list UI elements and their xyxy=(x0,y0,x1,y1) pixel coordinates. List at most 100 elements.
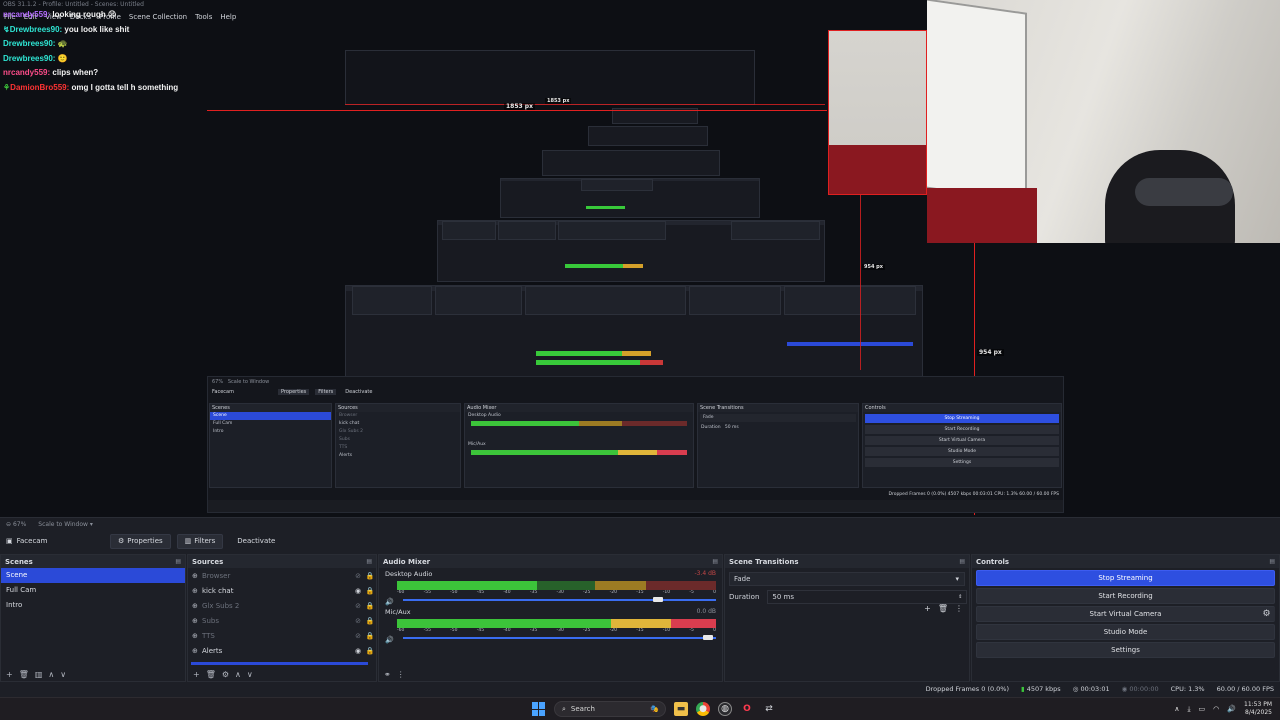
eye-off-icon[interactable]: ⊘ xyxy=(352,632,364,640)
windows-start-icon[interactable] xyxy=(532,702,546,716)
zoom-level[interactable]: ⊖ 67% xyxy=(6,521,26,528)
measure-line xyxy=(345,104,825,105)
eye-off-icon[interactable]: ⊘ xyxy=(352,602,364,610)
add-icon[interactable]: + xyxy=(193,670,200,679)
chat-user: Drewbrees90: xyxy=(3,39,56,48)
lock-icon[interactable]: 🔒 xyxy=(364,572,376,580)
wifi-icon[interactable]: ◠ xyxy=(1213,705,1219,713)
chevron-down-icon: ▾ xyxy=(955,575,959,583)
dock-menu-icon[interactable]: ▤ xyxy=(712,558,718,565)
file-explorer-icon[interactable]: ▬ xyxy=(674,702,688,716)
move-up-icon[interactable]: ∧ xyxy=(48,670,54,679)
gear-icon[interactable]: ⚙ xyxy=(222,670,229,679)
filters-button[interactable]: ▥ Filters xyxy=(176,533,224,549)
chrome-icon[interactable]: ● xyxy=(696,702,710,716)
properties-label: Properties xyxy=(127,537,163,545)
more-icon[interactable]: ⋮ xyxy=(955,604,963,613)
nested-preview-2 xyxy=(437,220,825,282)
inner-dock-title: Sources xyxy=(336,404,460,412)
transition-select[interactable]: Fade ▾ xyxy=(729,572,965,586)
app-icon[interactable]: ⇄ xyxy=(762,702,776,716)
record-icon: ◉ xyxy=(1121,685,1128,693)
chat-user: Drewbrees90: xyxy=(9,24,63,34)
nested-obs-window: 67% Scale to Window Facecam Properties F… xyxy=(207,376,1064,513)
inner-control: Start Recording xyxy=(865,425,1059,434)
controls-dock-header: Controls ▤ xyxy=(972,555,1279,568)
dock-menu-icon[interactable]: ▤ xyxy=(366,558,372,565)
volume-icon[interactable]: 🔊 xyxy=(1227,705,1236,713)
taskbar-search[interactable]: ⌕ Search 🎭 xyxy=(554,701,666,717)
deactivate-button[interactable]: Deactivate xyxy=(229,534,283,549)
audio-mixer-dock: Audio Mixer ▤ Desktop Audio -3.4 dB -60 -55… xyxy=(378,554,723,682)
controls-title: Controls xyxy=(976,557,1010,566)
scene-item[interactable]: Intro xyxy=(1,598,185,613)
eye-off-icon[interactable]: ⊘ xyxy=(352,572,364,580)
volume-slider[interactable] xyxy=(403,596,716,604)
lock-icon[interactable]: 🔒 xyxy=(364,617,376,625)
chevron-up-icon[interactable]: ∧ xyxy=(1174,705,1179,713)
clock-time: 11:53 PM xyxy=(1244,701,1272,708)
filter-icon[interactable]: ▥ xyxy=(35,670,43,679)
trash-icon[interactable]: 🗑 xyxy=(938,604,948,613)
stop-streaming-button[interactable]: Stop Streaming xyxy=(976,570,1275,586)
search-placeholder: Search xyxy=(570,705,595,713)
source-item[interactable]: ⊕ TTS ⊘ 🔒 xyxy=(188,628,376,643)
eye-icon[interactable]: ◉ xyxy=(352,587,364,595)
add-icon[interactable]: + xyxy=(6,670,13,679)
obs-icon[interactable]: ◍ xyxy=(718,702,732,716)
eye-icon[interactable]: ◉ xyxy=(352,647,364,655)
inner-control: Studio Mode xyxy=(865,447,1059,456)
scene-transitions-dock: Scene Transitions ▤ Fade ▾ Duration 50 ms ⇕… xyxy=(724,554,970,682)
download-icon[interactable]: ⤓ xyxy=(1187,705,1190,714)
studio-mode-button[interactable]: Studio Mode xyxy=(976,624,1275,640)
spinner-icon[interactable]: ⇕ xyxy=(958,594,962,600)
trash-icon[interactable]: 🗑 xyxy=(19,670,29,679)
more-icon[interactable]: ⋮ xyxy=(397,670,405,679)
globe-icon: ⊕ xyxy=(192,586,198,595)
link-icon[interactable]: ⚭ xyxy=(384,670,391,679)
source-item[interactable]: ⊕ Glx Subs 2 ⊘ 🔒 xyxy=(188,598,376,613)
speaker-icon[interactable]: 🔊 xyxy=(385,636,394,644)
transitions-dock-header: Scene Transitions ▤ xyxy=(725,555,969,568)
add-icon[interactable]: + xyxy=(924,604,931,613)
lock-icon[interactable]: 🔒 xyxy=(364,587,376,595)
source-item[interactable]: ⊕ kick chat ◉ 🔒 xyxy=(188,583,376,598)
eye-off-icon[interactable]: ⊘ xyxy=(352,617,364,625)
mixer-title: Audio Mixer xyxy=(383,557,431,566)
dock-menu-icon[interactable]: ▤ xyxy=(1269,558,1275,565)
scene-item[interactable]: Scene xyxy=(1,568,185,583)
dropped-frames: Dropped Frames 0 (0.0%) xyxy=(925,685,1010,693)
nested-preview-4 xyxy=(542,150,720,176)
move-up-icon[interactable]: ∧ xyxy=(235,670,241,679)
move-down-icon[interactable]: ∨ xyxy=(60,670,66,679)
dock-menu-icon[interactable]: ▤ xyxy=(175,558,181,565)
properties-button[interactable]: ⚙ Properties xyxy=(110,533,171,549)
inner-source-item: Browser xyxy=(339,413,358,418)
duration-input[interactable]: 50 ms ⇕ xyxy=(767,590,968,604)
monitor-icon[interactable]: ▭ xyxy=(1199,705,1206,713)
source-item[interactable]: ⊕ Subs ⊘ 🔒 xyxy=(188,613,376,628)
dock-menu-icon[interactable]: ▤ xyxy=(959,558,965,565)
speaker-icon[interactable]: 🔊 xyxy=(385,598,394,606)
lock-icon[interactable]: 🔒 xyxy=(364,632,376,640)
obs-main-ui: ⊖ 67% Scale to Window ▾ ▣ Facecam ⚙ Prope… xyxy=(0,517,1280,697)
trash-icon[interactable]: 🗑 xyxy=(206,670,216,679)
lock-icon[interactable]: 🔒 xyxy=(364,602,376,610)
cpu-usage: CPU: 1.3% xyxy=(1170,685,1205,693)
scale-mode-select[interactable]: Scale to Window ▾ xyxy=(38,521,93,528)
source-item[interactable]: ⊕ Browser ⊘ 🔒 xyxy=(188,568,376,583)
start-recording-button[interactable]: Start Recording xyxy=(976,588,1275,604)
settings-button[interactable]: Settings xyxy=(976,642,1275,658)
gear-icon[interactable]: ⚙ xyxy=(1258,607,1275,621)
volume-slider[interactable] xyxy=(403,634,716,642)
sources-scroll-indicator[interactable] xyxy=(191,662,368,665)
opera-icon[interactable]: O xyxy=(740,702,754,716)
source-item[interactable]: ⊕ Alerts ◉ 🔒 xyxy=(188,643,376,658)
scene-item[interactable]: Full Cam xyxy=(1,583,185,598)
move-down-icon[interactable]: ∨ xyxy=(247,670,253,679)
start-virtual-camera-button[interactable]: Start Virtual Camera ⚙ xyxy=(976,606,1275,622)
lock-icon[interactable]: 🔒 xyxy=(364,647,376,655)
measure-line xyxy=(207,110,827,111)
chat-user: DamionBro559: xyxy=(10,82,70,92)
clock[interactable]: 11:53 PM 8/4/2025 xyxy=(1244,701,1272,717)
